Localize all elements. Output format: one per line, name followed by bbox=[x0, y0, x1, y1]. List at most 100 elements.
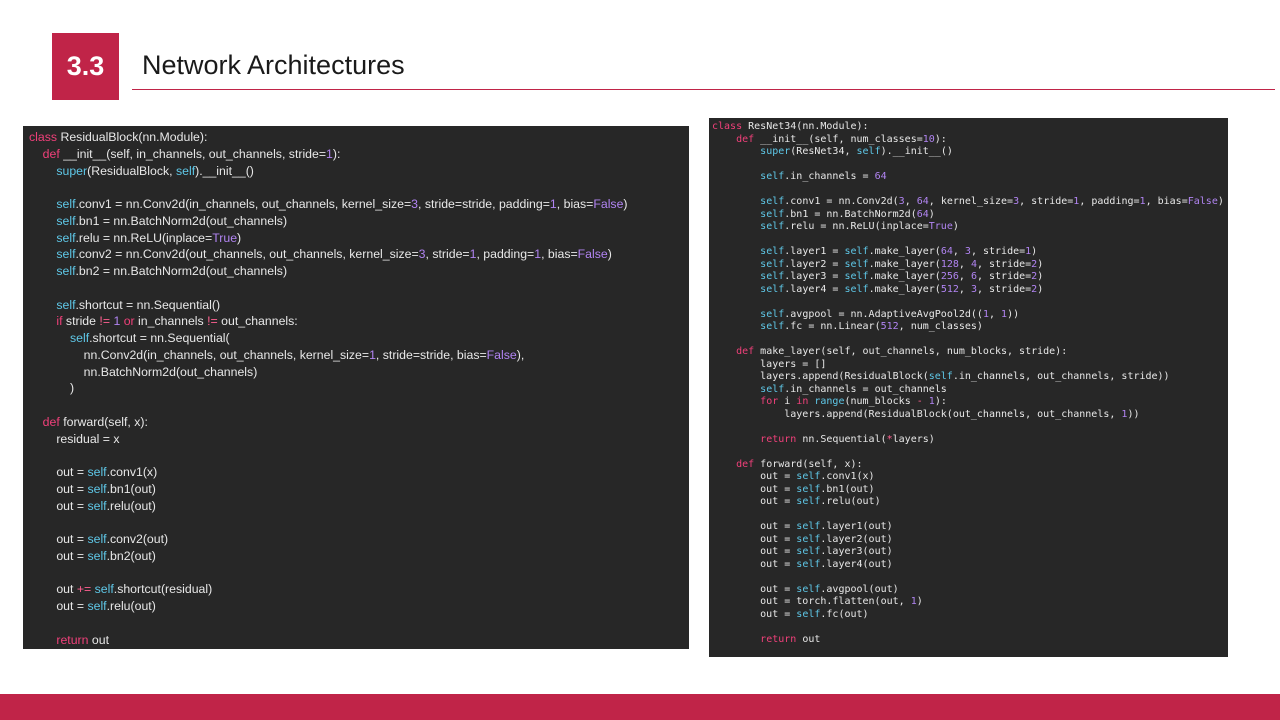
code-token: ) bbox=[916, 596, 923, 607]
code-line: self.in_channels = 64 bbox=[712, 171, 1228, 184]
code-line: self.layer2 = self.make_layer(128, 4, st… bbox=[712, 259, 1228, 272]
code-token: , stride= bbox=[976, 258, 1032, 270]
code-token: , bbox=[904, 196, 917, 207]
code-token: out_channels: bbox=[217, 314, 298, 329]
code-token: , stride= bbox=[425, 247, 470, 262]
code-token: False bbox=[1187, 196, 1218, 207]
residual-block-code-panel: class ResidualBlock(nn.Module): def __in… bbox=[23, 126, 689, 649]
code-token: .conv1(x) bbox=[820, 471, 875, 482]
code-token: self bbox=[87, 599, 107, 613]
code-token: , stride=stride, bias= bbox=[375, 347, 487, 362]
code-token: 1 bbox=[369, 347, 376, 362]
code-token: self bbox=[87, 481, 107, 496]
code-token: self bbox=[175, 163, 196, 178]
code-line: out = self.fc(out) bbox=[712, 609, 1228, 622]
code-token: ): bbox=[332, 146, 341, 161]
code-line: self.avgpool = nn.AdaptiveAvgPool2d((1, … bbox=[712, 309, 1228, 322]
code-token: 512 bbox=[880, 321, 899, 332]
code-token: , stride=stride, padding= bbox=[417, 197, 550, 211]
code-token: , bbox=[988, 308, 1002, 320]
code-token: self bbox=[56, 297, 76, 312]
code-line: self.relu = nn.ReLU(inplace=True) bbox=[29, 230, 689, 247]
code-line: ​ bbox=[29, 179, 689, 196]
code-token: , bbox=[952, 246, 965, 257]
code-token: self bbox=[856, 146, 881, 157]
code-line: ​ bbox=[712, 334, 1228, 347]
code-token: ResidualBlock(nn.Module): bbox=[57, 130, 208, 144]
code-token: out = bbox=[29, 599, 88, 613]
code-token: , stride= bbox=[976, 271, 1032, 282]
code-token: self bbox=[796, 471, 821, 482]
code-token: .relu(out) bbox=[820, 496, 881, 507]
code-token: 1 bbox=[549, 197, 557, 211]
code-token: self bbox=[94, 582, 114, 597]
code-token: self bbox=[844, 271, 869, 282]
code-token: .layer4(out) bbox=[820, 558, 893, 570]
code-token: self bbox=[70, 331, 90, 345]
code-token: nn.BatchNorm2d(out_channels) bbox=[29, 364, 258, 379]
code-token: .layer4 = bbox=[784, 283, 845, 295]
code-token: ) bbox=[1037, 283, 1044, 295]
code-token: self bbox=[56, 197, 76, 211]
code-token: self bbox=[760, 171, 785, 182]
code-token: super bbox=[56, 163, 88, 178]
code-token: ) bbox=[607, 247, 612, 262]
code-token: False bbox=[577, 247, 608, 262]
code-token: self bbox=[56, 264, 76, 278]
code-token: range bbox=[814, 396, 845, 407]
code-line: def __init__(self, in_channels, out_chan… bbox=[29, 146, 689, 163]
code-line: for i in range(num_blocks - 1): bbox=[712, 396, 1228, 409]
code-token: .avgpool = nn.AdaptiveAvgPool2d(( bbox=[784, 308, 983, 320]
code-token: != bbox=[99, 314, 111, 329]
code-token: return bbox=[760, 633, 797, 645]
code-token: (ResidualBlock, bbox=[87, 163, 176, 178]
code-token: 256 bbox=[940, 271, 959, 282]
code-token: .relu = nn.ReLU(inplace= bbox=[784, 221, 929, 232]
code-line: ​ bbox=[712, 446, 1228, 459]
code-token: .conv1 = nn.Conv2d(in_channels, out_chan… bbox=[75, 197, 412, 211]
code-line: self.fc = nn.Linear(512, num_classes) bbox=[712, 321, 1228, 334]
code-token: 1 bbox=[326, 146, 333, 161]
code-line: out = self.avgpool(out) bbox=[712, 584, 1228, 597]
code-line: out = self.conv1(x) bbox=[712, 471, 1228, 484]
code-line: layers = [] bbox=[712, 359, 1228, 372]
code-line: self.bn2 = nn.BatchNorm2d(out_channels) bbox=[29, 263, 689, 280]
code-token: ): bbox=[934, 396, 947, 407]
code-line: def __init__(self, num_classes=10): bbox=[712, 134, 1228, 147]
code-line: if stride != 1 or in_channels != out_cha… bbox=[29, 313, 689, 330]
code-line: out = self.bn1(out) bbox=[712, 484, 1228, 497]
code-token: out bbox=[88, 632, 109, 647]
code-token: , padding= bbox=[1079, 196, 1140, 207]
code-token: .bn1 = nn.BatchNorm2d(out_channels) bbox=[75, 213, 288, 228]
code-line: ​ bbox=[712, 234, 1228, 247]
code-token: return bbox=[760, 433, 797, 445]
code-token: nn.Sequential( bbox=[796, 433, 887, 445]
code-token: .in_channels = out_channels bbox=[784, 383, 947, 395]
section-number-badge: 3.3 bbox=[52, 33, 119, 100]
code-token: out = bbox=[712, 546, 797, 557]
code-token: )) bbox=[1127, 408, 1140, 420]
code-token: )) bbox=[1007, 308, 1020, 320]
code-token: .layer2 = bbox=[784, 258, 845, 270]
code-token: self bbox=[56, 213, 76, 228]
code-token: out bbox=[29, 582, 77, 597]
code-token: 64 bbox=[874, 171, 887, 182]
code-line: ​ bbox=[712, 159, 1228, 172]
code-token: ) bbox=[29, 381, 75, 396]
code-token: .conv1 = nn.Conv2d( bbox=[784, 196, 899, 207]
code-line: return out bbox=[29, 632, 689, 649]
code-token: .relu(out) bbox=[106, 599, 156, 613]
code-token: self bbox=[760, 283, 785, 295]
code-token: self bbox=[760, 308, 785, 320]
